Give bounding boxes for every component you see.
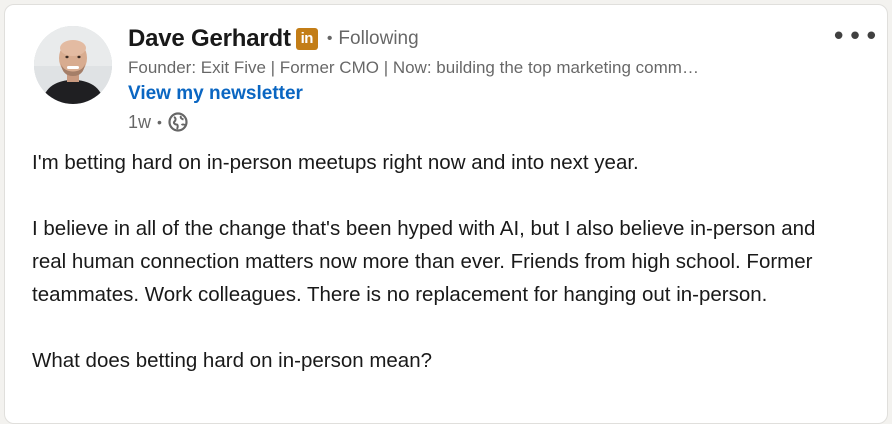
post-meta: 1w • xyxy=(128,107,807,137)
post-body: I'm betting hard on in-person meetups ri… xyxy=(32,146,852,410)
post-paragraph: I'm betting hard on in-person meetups ri… xyxy=(32,151,639,174)
post-paragraph: What does betting hard on in-person mean… xyxy=(32,349,433,372)
author-name-row: Dave Gerhardt in • Following xyxy=(128,23,807,55)
globe-icon xyxy=(168,112,188,132)
post-timestamp: 1w xyxy=(128,111,152,132)
author-name[interactable]: Dave Gerhardt xyxy=(128,25,291,53)
post-paragraph: I believe in all of the change that's be… xyxy=(32,217,816,306)
post-card: Dave Gerhardt in • Following Founder: Ex… xyxy=(4,4,888,424)
separator-dot: • xyxy=(326,30,333,47)
separator-dot: • xyxy=(157,114,162,130)
linkedin-premium-icon: in xyxy=(295,28,318,50)
follow-status: Following xyxy=(338,28,419,49)
view-newsletter-link[interactable]: View my newsletter xyxy=(128,81,303,107)
author-info: Dave Gerhardt in • Following Founder: Ex… xyxy=(128,23,807,137)
author-headline: Founder: Exit Five | Former CMO | Now: b… xyxy=(128,58,699,77)
ellipsis-icon[interactable]: ••• xyxy=(831,23,879,51)
author-avatar[interactable] xyxy=(34,26,112,104)
person-avatar-icon xyxy=(34,26,112,104)
